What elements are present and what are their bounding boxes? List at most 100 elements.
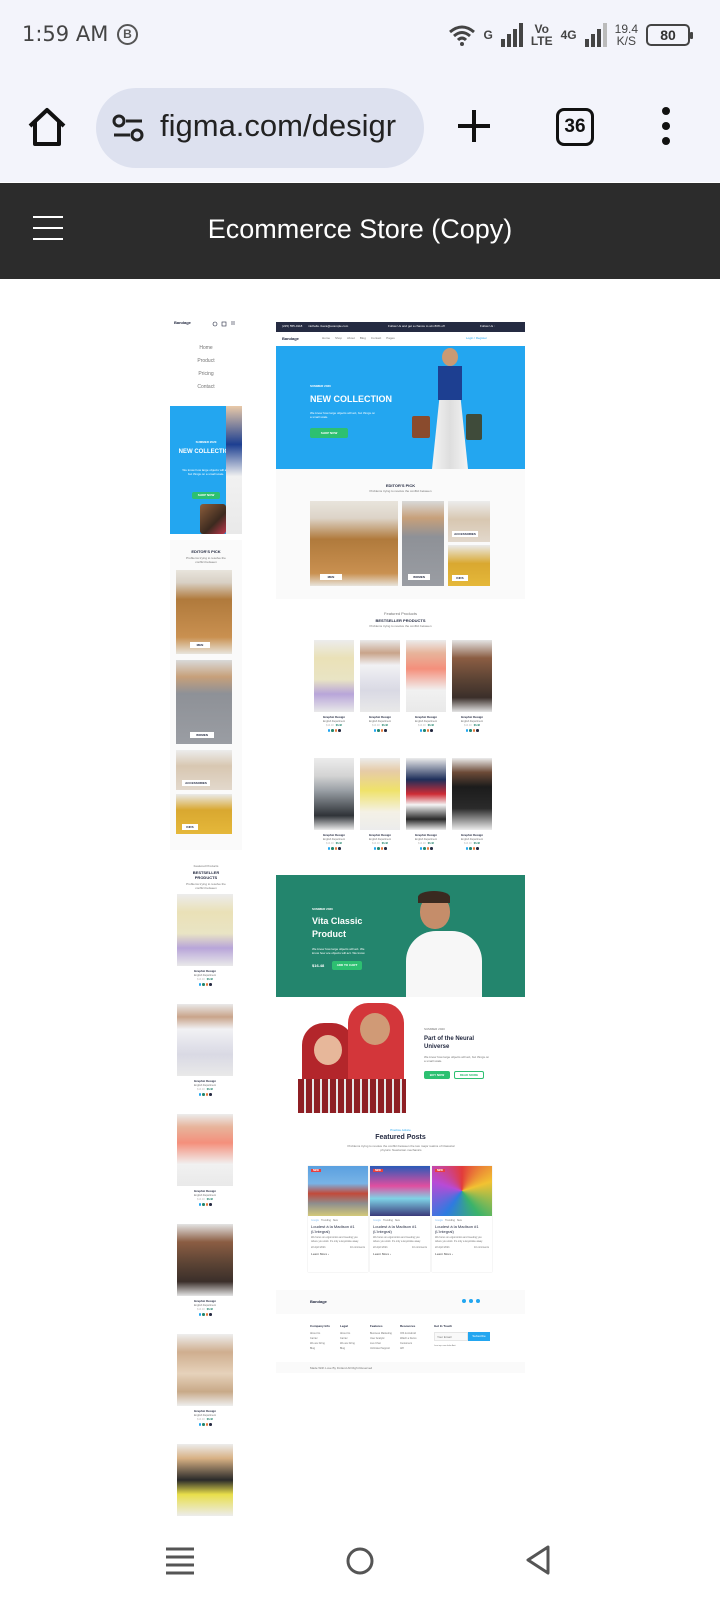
color-swatch[interactable] (472, 847, 475, 850)
color-swatch[interactable] (202, 1423, 205, 1426)
color-swatch[interactable] (465, 847, 468, 850)
footer-link[interactable]: Blog (310, 1346, 338, 1351)
mobile-product-card[interactable]: Graphic DesignEnglish Department$16.48$6… (177, 1114, 233, 1206)
mobile-product-card[interactable]: Graphic DesignEnglish Department$16.48$6… (177, 1334, 233, 1426)
desktop-pick-men[interactable]: MEN (310, 501, 398, 586)
mobile-product-card[interactable]: Graphic DesignEnglish Department$16.48$6… (177, 894, 233, 986)
desktop-nav-about[interactable]: About (347, 336, 355, 340)
post-tag[interactable]: Google (311, 1219, 319, 1222)
desktop-pick-women[interactable]: WOMEN (402, 501, 444, 586)
color-swatch[interactable] (202, 1093, 205, 1096)
mobile-product-swatches[interactable] (177, 1093, 233, 1096)
color-swatch[interactable] (198, 1313, 201, 1316)
color-swatch[interactable] (205, 1203, 208, 1206)
mobile-product-swatches[interactable] (177, 1313, 233, 1316)
color-swatch[interactable] (430, 729, 433, 732)
mobile-product-card[interactable]: Graphic DesignEnglish Department$16.48$6… (177, 1444, 233, 1518)
desktop-login-link[interactable]: Login / Register (466, 336, 487, 340)
footer-social-icons[interactable] (462, 1299, 480, 1303)
color-swatch[interactable] (469, 847, 472, 850)
color-swatch[interactable] (430, 847, 433, 850)
vita-add-to-cart-button[interactable]: ADD TO CART (332, 961, 362, 970)
color-swatch[interactable] (198, 1093, 201, 1096)
mobile-pick-accessories[interactable]: ACCESSORIES (176, 750, 232, 790)
color-swatch[interactable] (419, 847, 422, 850)
footer-link[interactable]: Blog (340, 1346, 368, 1351)
tab-switcher-button[interactable]: 36 (556, 108, 594, 146)
color-swatch[interactable] (205, 1093, 208, 1096)
post-tag[interactable]: Google (435, 1219, 443, 1222)
mobile-nav-pricing[interactable]: Pricing (170, 368, 242, 381)
color-swatch[interactable] (465, 729, 468, 732)
color-swatch[interactable] (331, 847, 334, 850)
color-swatch[interactable] (209, 983, 212, 986)
desktop-product-swatches[interactable] (314, 847, 354, 850)
color-swatch[interactable] (202, 1313, 205, 1316)
desktop-product-card[interactable]: Graphic Design English Department $16.48 $6… (360, 640, 400, 732)
color-swatch[interactable] (198, 1423, 201, 1426)
neural-read-button[interactable]: READ MORE (454, 1071, 484, 1079)
color-swatch[interactable] (426, 847, 429, 850)
instagram-icon[interactable] (469, 1299, 473, 1303)
color-swatch[interactable] (209, 1423, 212, 1426)
post-tag[interactable]: Trending (445, 1219, 455, 1222)
recents-icon[interactable] (166, 1546, 194, 1576)
mobile-product-card[interactable]: Graphic DesignEnglish Department$16.48$6… (177, 1004, 233, 1096)
post-learn-more[interactable]: Learn More › (432, 1249, 492, 1256)
mobile-product-swatches[interactable] (177, 983, 233, 986)
desktop-product-swatches[interactable] (406, 729, 446, 732)
post-title[interactable]: Loudest à la Madison #1 (L'integral) (432, 1222, 492, 1234)
color-swatch[interactable] (377, 729, 380, 732)
desktop-nav-blog[interactable]: Blog (360, 336, 366, 340)
twitter-icon[interactable] (476, 1299, 480, 1303)
post-tag[interactable]: New (333, 1219, 338, 1222)
mobile-nav-contact[interactable]: Contact (170, 381, 242, 394)
mobile-nav-home[interactable]: Home (170, 342, 242, 355)
desktop-product-swatches[interactable] (314, 729, 354, 732)
color-swatch[interactable] (327, 729, 330, 732)
desktop-product-card[interactable]: Graphic Design English Department $16.48 $6… (452, 640, 492, 732)
color-swatch[interactable] (426, 729, 429, 732)
mobile-hero-shop-button[interactable]: SHOP NOW (192, 492, 220, 499)
color-swatch[interactable] (472, 729, 475, 732)
post-card[interactable]: NEW Google Trending New Loudest à la Madison… (370, 1166, 430, 1272)
color-swatch[interactable] (327, 847, 330, 850)
color-swatch[interactable] (198, 1203, 201, 1206)
color-swatch[interactable] (202, 1203, 205, 1206)
post-tag[interactable]: Trending (383, 1219, 393, 1222)
desktop-frame[interactable]: (225) 555-0118 michelle.rivera@example.c… (276, 322, 525, 1394)
color-swatch[interactable] (380, 847, 383, 850)
mobile-frame[interactable]: Bandage Home Product Pricing Contact SUM… (170, 312, 242, 1518)
footer-link[interactable]: Unlimited Support (370, 1346, 398, 1351)
post-card[interactable]: NEW Google Trending New Loudest à la Madison… (432, 1166, 492, 1272)
desktop-product-swatches[interactable] (360, 729, 400, 732)
color-swatch[interactable] (469, 729, 472, 732)
desktop-product-card[interactable]: Graphic Design English Department $16.48 $6… (406, 640, 446, 732)
mobile-product-card[interactable]: Graphic DesignEnglish Department$16.48$6… (177, 1224, 233, 1316)
post-tag[interactable]: Google (373, 1219, 381, 1222)
footer-email-input[interactable]: Your Email (434, 1332, 468, 1341)
mobile-product-swatches[interactable] (177, 1203, 233, 1206)
desktop-product-swatches[interactable] (452, 729, 492, 732)
color-swatch[interactable] (380, 729, 383, 732)
post-title[interactable]: Loudest à la Madison #1 (L'integral) (308, 1222, 368, 1234)
home-circle-icon[interactable] (345, 1546, 375, 1576)
url-bar[interactable]: figma.com/desigr (96, 88, 424, 168)
post-tag[interactable]: New (395, 1219, 400, 1222)
desktop-product-swatches[interactable] (406, 847, 446, 850)
desktop-pick-kids[interactable]: KIDS (448, 545, 490, 586)
color-swatch[interactable] (338, 729, 341, 732)
post-title[interactable]: Loudest à la Madison #1 (L'integral) (370, 1222, 430, 1234)
desktop-product-card[interactable]: Graphic Design English Department $16.48 $6… (314, 758, 354, 850)
desktop-product-card[interactable]: Graphic Design English Department $16.48 $6… (314, 640, 354, 732)
color-swatch[interactable] (202, 983, 205, 986)
color-swatch[interactable] (334, 729, 337, 732)
mobile-nav-product[interactable]: Product (170, 355, 242, 368)
color-swatch[interactable] (377, 847, 380, 850)
color-swatch[interactable] (373, 729, 376, 732)
color-swatch[interactable] (205, 1313, 208, 1316)
desktop-hero-shop-button[interactable]: SHOP NOW (310, 428, 348, 438)
mobile-pick-women[interactable]: WOMEN (176, 660, 232, 744)
color-swatch[interactable] (205, 1423, 208, 1426)
desktop-product-card[interactable]: Graphic Design English Department $16.48 $6… (406, 758, 446, 850)
